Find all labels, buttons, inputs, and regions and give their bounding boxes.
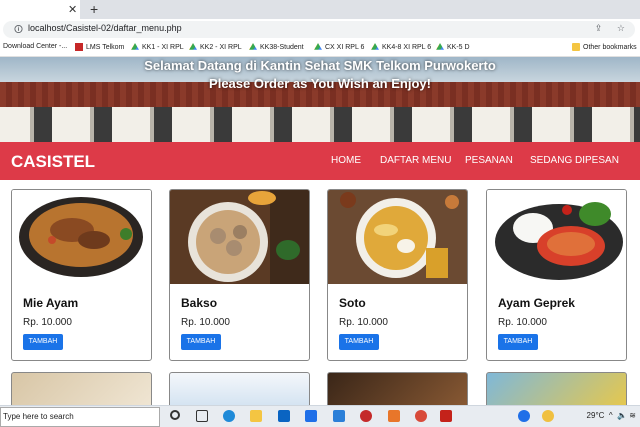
drive-icon [131,43,139,50]
bakso-image [170,190,309,284]
menu-price: Rp. 10.000 [498,317,547,328]
url-field[interactable]: localhost/Casistel-02/daftar_menu.php ⇪ … [3,21,635,38]
folder-icon [572,43,580,51]
bookmark-item[interactable]: Other bookmarks [572,43,637,51]
url-text[interactable]: localhost/Casistel-02/daftar_menu.php [28,23,182,33]
bookmark-item[interactable]: KK1 - XI RPL [131,43,184,51]
bookmark-label: CX XI RPL 6 [325,43,365,51]
menu-card: Soto Rp. 10.000 TAMBAH [327,189,468,361]
info-icon[interactable] [14,24,23,34]
xampp-icon[interactable] [388,410,400,422]
drive-icon [189,43,197,50]
wifi-icon[interactable]: ≋ [629,411,636,420]
browser-tab[interactable]: ✕ [0,0,80,19]
tambah-button[interactable]: TAMBAH [339,334,379,350]
weather-icon[interactable] [542,410,554,422]
bookmark-item[interactable]: LMS Telkom [75,43,124,51]
edge-icon[interactable] [223,410,235,422]
hero-subtitle: Please Order as You Wish an Enjoy! [209,76,431,91]
bookmark-item[interactable]: Download Center -... [3,43,67,50]
hero-banner: Selamat Datang di Kantin Sehat SMK Telko… [0,57,640,142]
browser-tab-bar: ✕ + [0,0,640,19]
menu-card: Mie Ayam Rp. 10.000 TAMBAH [11,189,152,361]
menu-card: Bakso Rp. 10.000 TAMBAH [169,189,310,361]
bookmark-item[interactable]: KK2 - XI RPL [189,43,242,51]
bookmark-label: KK-5 D [447,43,470,51]
bookmark-label: KK4-8 XI RPL 6 [382,43,432,51]
bookmark-label: KK38-Student [260,43,304,51]
tambah-button[interactable]: TAMBAH [498,334,538,350]
vscode-icon[interactable] [333,410,345,422]
drive-icon [314,43,322,50]
dropbox-icon[interactable] [305,410,317,422]
nav-daftar-menu[interactable]: DAFTAR MENU [380,155,451,166]
new-tab-icon[interactable]: + [90,1,98,17]
close-tab-icon[interactable]: ✕ [68,3,77,16]
menu-name: Soto [339,296,366,310]
os-taskbar: Type here to search 29°C ^ 🔈 ≋ [0,405,640,427]
bookmarks-bar: Download Center -... LMS Telkom KK1 - XI… [0,40,640,57]
lms-icon [75,43,83,51]
bookmark-label: Download Center -... [3,43,68,50]
drive-icon [436,43,444,50]
menu-card: Ayam Geprek Rp. 10.000 TAMBAH [486,189,627,361]
menu-price: Rp. 10.000 [339,317,388,328]
bookmark-label: KK1 - XI RPL [142,43,184,51]
brand-logo[interactable]: CASISTEL [11,152,95,172]
bookmark-item[interactable]: KK-5 D [436,43,470,51]
screen-recorder-icon[interactable] [360,410,372,422]
tambah-button[interactable]: TAMBAH [181,334,221,350]
menu-name: Ayam Geprek [498,296,575,310]
bookmark-label: KK2 - XI RPL [200,43,242,51]
address-bar: localhost/Casistel-02/daftar_menu.php ⇪ … [0,19,640,40]
menu-name: Bakso [181,296,218,310]
mcafee-icon[interactable] [440,410,452,422]
star-icon[interactable]: ☆ [617,23,625,33]
temperature-text: 29°C [586,411,605,420]
drive-icon [249,43,257,50]
nav-home[interactable]: HOME [331,155,361,166]
cortana-icon[interactable] [170,410,180,420]
taskbar-search[interactable]: Type here to search [0,407,160,427]
system-tray: 29°C ^ 🔈 ≋ [587,411,636,420]
tambah-button[interactable]: TAMBAH [23,334,63,350]
file-explorer-icon[interactable] [250,410,262,422]
nav-pesanan[interactable]: PESANAN [465,155,513,166]
bookmark-item[interactable]: KK4-8 XI RPL 6 [371,43,431,51]
mail-icon[interactable] [278,410,290,422]
bookmark-label: Other bookmarks [583,43,637,51]
task-view-icon[interactable] [196,410,208,422]
soto-image [328,190,467,284]
help-icon[interactable] [518,410,530,422]
drive-icon [371,43,379,50]
chrome-icon[interactable] [415,410,427,422]
building-wall [0,107,640,142]
volume-icon[interactable]: 🔈 [617,411,627,420]
menu-name: Mie Ayam [23,296,79,310]
mie-ayam-image [12,190,151,284]
bookmark-label: LMS Telkom [86,43,125,51]
menu-price: Rp. 10.000 [23,317,72,328]
search-placeholder: Type here to search [3,412,74,421]
nav-sedang-dipesan[interactable]: SEDANG DIPESAN [530,155,619,166]
share-icon[interactable]: ⇪ [595,23,603,33]
menu-price: Rp. 10.000 [181,317,230,328]
ayam-geprek-image [487,190,626,284]
site-navbar: CASISTEL HOME DAFTAR MENU PESANAN SEDANG… [0,142,640,180]
hero-title: Selamat Datang di Kantin Sehat SMK Telko… [144,58,496,73]
chevron-up-icon[interactable]: ^ [607,411,615,420]
bookmark-item[interactable]: CX XI RPL 6 [314,43,364,51]
bookmark-item[interactable]: KK38-Student [249,43,304,51]
